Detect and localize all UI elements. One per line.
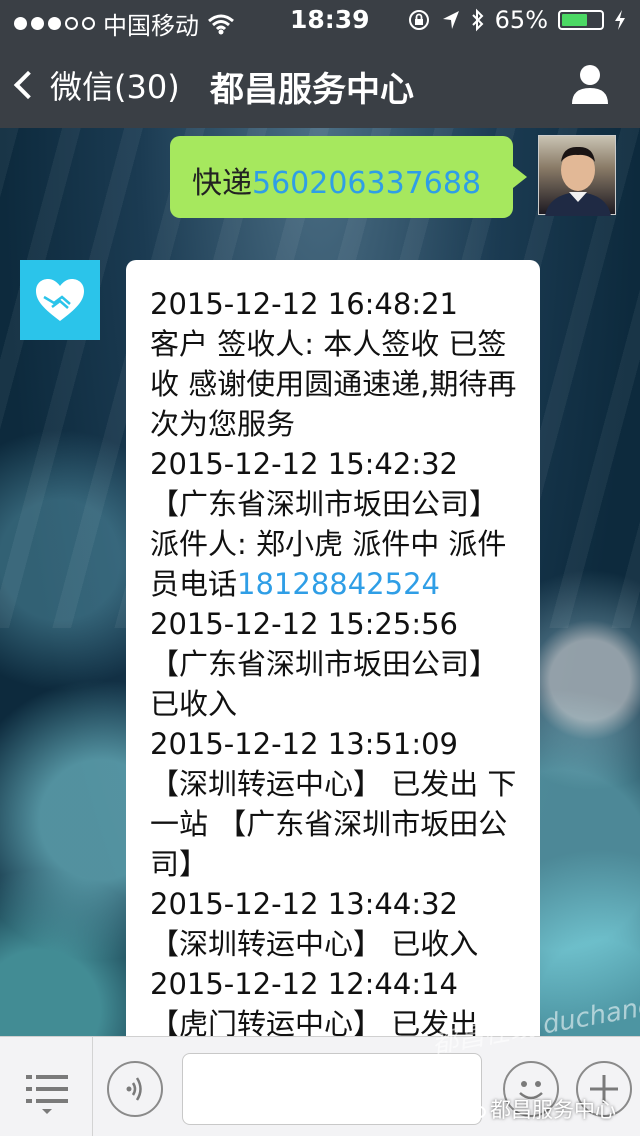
tracking-entry-time: 2015-12-12 15:42:32 <box>150 447 458 481</box>
tracking-entry-time: 2015-12-12 12:44:14 <box>150 967 458 1001</box>
tracking-entry-time: 2015-12-12 16:48:21 <box>150 287 458 321</box>
message-input[interactable] <box>182 1053 482 1125</box>
chat-title: 都昌服务中心 <box>210 70 414 110</box>
person-icon[interactable] <box>570 62 610 106</box>
location-arrow-icon <box>442 11 459 29</box>
list-menu-icon[interactable] <box>22 1067 72 1117</box>
outgoing-message-text: 快递 <box>192 166 252 201</box>
account-watermark: 都昌服务中心 <box>462 1094 616 1124</box>
wifi-icon <box>208 14 234 34</box>
wechat-logo-icon <box>462 1099 486 1119</box>
status-right: 65% <box>407 6 626 34</box>
tracking-entry-status: 【深圳转运中心】 已收入 <box>150 927 479 961</box>
user-avatar[interactable] <box>538 135 616 216</box>
tracking-entry-time: 2015-12-12 13:51:09 <box>150 727 458 761</box>
nav-bar: 微信(30) 都昌服务中心 <box>0 40 640 128</box>
back-label: 微信(30) <box>50 68 180 106</box>
status-bar: 中国移动 18:39 65% <box>0 0 640 40</box>
chevron-left-icon <box>13 70 43 100</box>
status-left: 中国移动 <box>14 6 235 41</box>
user-photo <box>545 146 611 216</box>
input-bar-divider <box>92 1037 93 1136</box>
account-watermark-text: 都昌服务中心 <box>490 1098 616 1122</box>
voice-button[interactable] <box>107 1061 163 1117</box>
handshake-heart-icon <box>36 279 84 321</box>
tracking-entry-status: 【深圳转运中心】 已发出 下一站 【广东省深圳市坂田公司】 <box>150 767 517 881</box>
battery-level <box>562 14 587 26</box>
tracking-entry-status: 【广东省深圳市坂田公司】 已收入 <box>150 647 499 721</box>
tracking-entry-status: 【广东省深圳市坂田公司】 派件人: 郑小虎 派件中 派件员电话181288425… <box>150 484 522 604</box>
battery-icon <box>558 10 604 30</box>
outgoing-message-bubble[interactable]: 快递560206337688 <box>170 136 527 218</box>
voice-icon <box>126 1077 142 1101</box>
carrier-name: 中国移动 <box>103 12 199 40</box>
signal-strength-icon <box>14 17 95 30</box>
tracking-entry-time: 2015-12-12 13:44:32 <box>150 887 458 921</box>
bluetooth-icon <box>471 8 484 32</box>
tracking-number-link[interactable]: 560206337688 <box>252 166 481 201</box>
tracking-entry-status: 客户 签收人: 本人签收 已签收 感谢使用圆通速递,期待再次为您服务 <box>150 327 517 441</box>
tracking-entry-time: 2015-12-12 15:25:56 <box>150 607 458 641</box>
rotation-lock-icon <box>408 10 429 30</box>
status-time: 18:39 <box>290 5 370 34</box>
back-button[interactable]: 微信(30) <box>13 62 180 108</box>
battery-percent: 65% <box>494 6 548 34</box>
courier-phone-link[interactable]: 18128842524 <box>237 567 440 601</box>
charging-bolt-icon <box>615 10 625 30</box>
incoming-message-bubble[interactable]: 2015-12-12 16:48:21 客户 签收人: 本人签收 已签收 感谢使… <box>126 260 540 1080</box>
official-account-avatar[interactable] <box>20 260 100 340</box>
